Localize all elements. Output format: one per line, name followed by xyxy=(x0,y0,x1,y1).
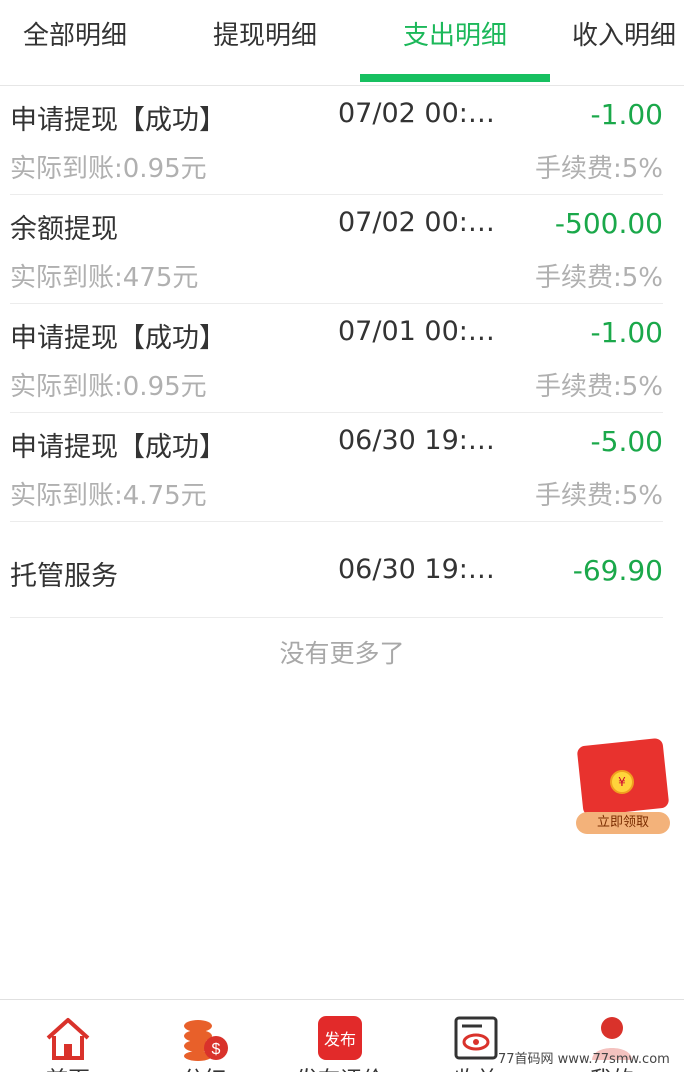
svg-text:发布: 发布 xyxy=(324,1030,356,1049)
record-amount: -1.00 xyxy=(590,316,663,349)
record-amount: -5.00 xyxy=(590,425,663,458)
list-item[interactable]: 申请提现【成功】 07/01 00:… -1.00 实际到账:0.95元 手续费… xyxy=(10,304,663,413)
list-item[interactable]: 申请提现【成功】 07/02 00:… -1.00 实际到账:0.95元 手续费… xyxy=(10,86,663,195)
record-time: 07/02 00:… xyxy=(338,207,495,238)
nav-label: 首页 xyxy=(0,1062,136,1072)
record-fee: 手续费:5% xyxy=(534,263,663,293)
tab-income-details[interactable]: 收入明细 xyxy=(572,0,684,84)
record-amount: -500.00 xyxy=(554,207,663,240)
record-title: 托管服务 xyxy=(10,561,118,592)
home-icon xyxy=(46,1018,90,1060)
record-fee: 手续费:5% xyxy=(534,481,663,511)
record-fee: 手续费:5% xyxy=(534,154,663,184)
nav-label: 发布评价 xyxy=(272,1062,408,1072)
watermark: 77首码网 www.77smw.com xyxy=(498,1048,670,1067)
list-item[interactable]: 余额提现 07/02 00:… -500.00 实际到账:475元 手续费:5% xyxy=(10,195,663,304)
nav-home[interactable]: 首页 xyxy=(0,1000,136,1072)
tab-all-details[interactable]: 全部明细 xyxy=(0,0,150,84)
tab-bar: 全部明细 提现明细 支出明细 收入明细 xyxy=(0,0,684,86)
record-list: 申请提现【成功】 07/02 00:… -1.00 实际到账:0.95元 手续费… xyxy=(0,86,684,618)
nav-publish-review[interactable]: 发布 发布评价 xyxy=(272,1000,408,1072)
record-amount: -1.00 xyxy=(590,98,663,131)
record-actual-received: 实际到账:0.95元 xyxy=(10,154,207,184)
tab-withdraw-details[interactable]: 提现明细 xyxy=(170,0,360,84)
record-title: 申请提现【成功】 xyxy=(10,432,226,463)
red-packet-widget[interactable]: ¥ 立即领取 xyxy=(576,737,670,834)
active-tab-indicator xyxy=(360,74,550,82)
record-time: 07/01 00:… xyxy=(338,316,495,347)
tab-expense-details[interactable]: 支出明细 xyxy=(360,0,550,84)
record-title: 申请提现【成功】 xyxy=(10,323,226,354)
record-amount: -69.90 xyxy=(572,554,663,587)
record-fee: 手续费:5% xyxy=(534,372,663,402)
list-item[interactable]: 申请提现【成功】 06/30 19:… -5.00 实际到账:4.75元 手续费… xyxy=(10,413,663,522)
list-item[interactable]: 托管服务 06/30 19:… -69.90 xyxy=(10,522,663,618)
record-actual-received: 实际到账:0.95元 xyxy=(10,372,207,402)
no-more-text: 没有更多了 xyxy=(279,639,405,668)
coins-icon: $ xyxy=(184,1020,228,1061)
publish-icon: 发布 xyxy=(318,1016,362,1060)
eye-document-icon xyxy=(454,1016,498,1060)
svg-text:$: $ xyxy=(212,1041,221,1058)
record-title: 申请提现【成功】 xyxy=(10,105,226,136)
record-time: 07/02 00:… xyxy=(338,98,495,129)
nav-dividend[interactable]: $ 分红 xyxy=(136,1000,272,1072)
record-actual-received: 实际到账:475元 xyxy=(10,263,199,293)
record-actual-received: 实际到账:4.75元 xyxy=(10,481,207,511)
record-time: 06/30 19:… xyxy=(338,554,495,585)
record-title: 余额提现 xyxy=(10,214,118,245)
claim-now-button[interactable]: 立即领取 xyxy=(576,812,670,834)
record-time: 06/30 19:… xyxy=(338,425,495,456)
coin-icon: ¥ xyxy=(610,770,634,794)
nav-label: 分红 xyxy=(136,1062,272,1072)
